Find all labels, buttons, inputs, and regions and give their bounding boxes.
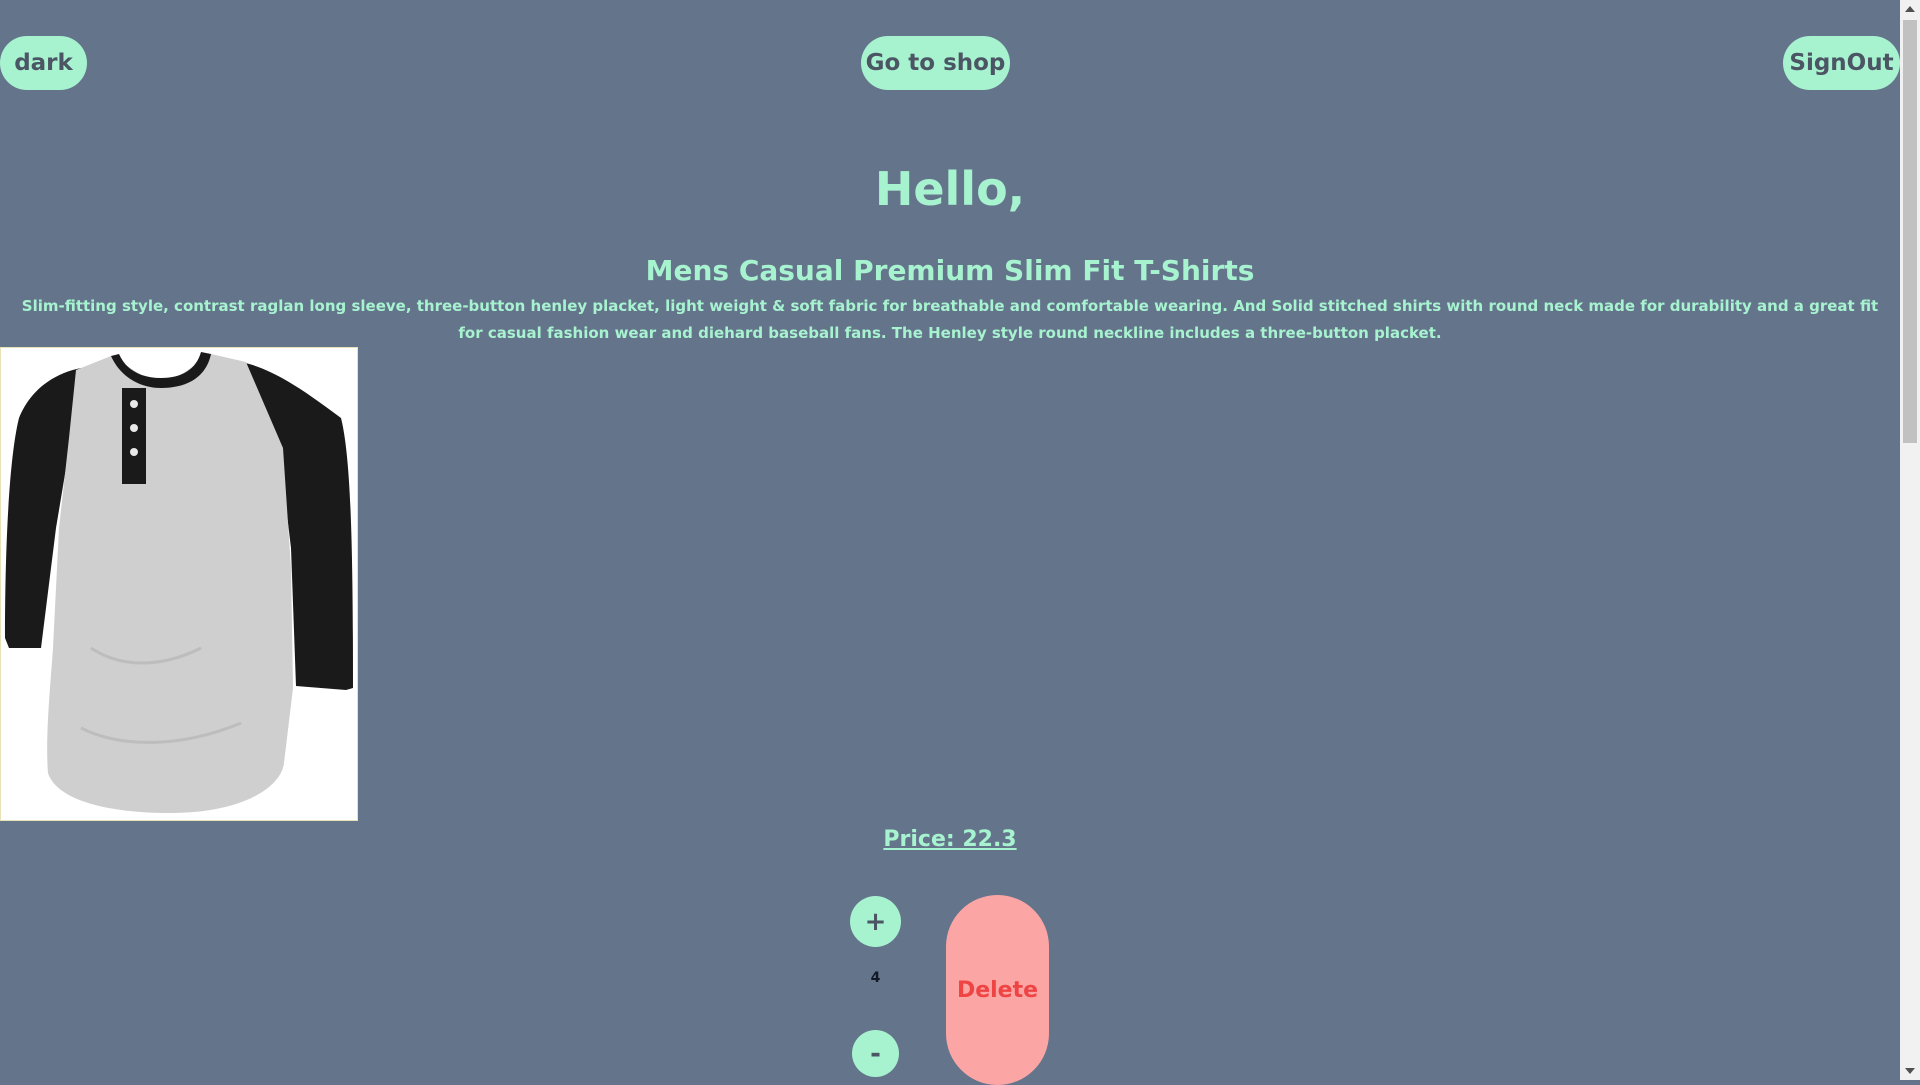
delete-button[interactable]: Delete: [946, 895, 1049, 1085]
product-description: Slim-fitting style, contrast raglan long…: [21, 297, 1879, 342]
quantity-value: 4: [870, 970, 881, 986]
signout-button[interactable]: SignOut: [1783, 36, 1900, 90]
scroll-down-arrow-icon[interactable]: [1905, 1068, 1915, 1074]
scroll-up-arrow-icon[interactable]: [1905, 6, 1915, 12]
vertical-scrollbar[interactable]: [1900, 0, 1920, 1080]
theme-toggle-button[interactable]: dark: [0, 36, 87, 90]
go-to-shop-button[interactable]: Go to shop: [861, 36, 1010, 90]
product-title: Mens Casual Premium Slim Fit T-Shirts: [645, 254, 1255, 287]
product-price: Price: 22.3: [883, 827, 1017, 852]
scrollbar-thumb[interactable]: [1903, 20, 1917, 443]
greeting-heading: Hello,: [874, 162, 1026, 216]
increase-quantity-button[interactable]: +: [850, 896, 901, 947]
decrease-quantity-button[interactable]: -: [852, 1030, 899, 1077]
henley-shirt-image: [5, 352, 353, 813]
product-image: [0, 347, 358, 821]
